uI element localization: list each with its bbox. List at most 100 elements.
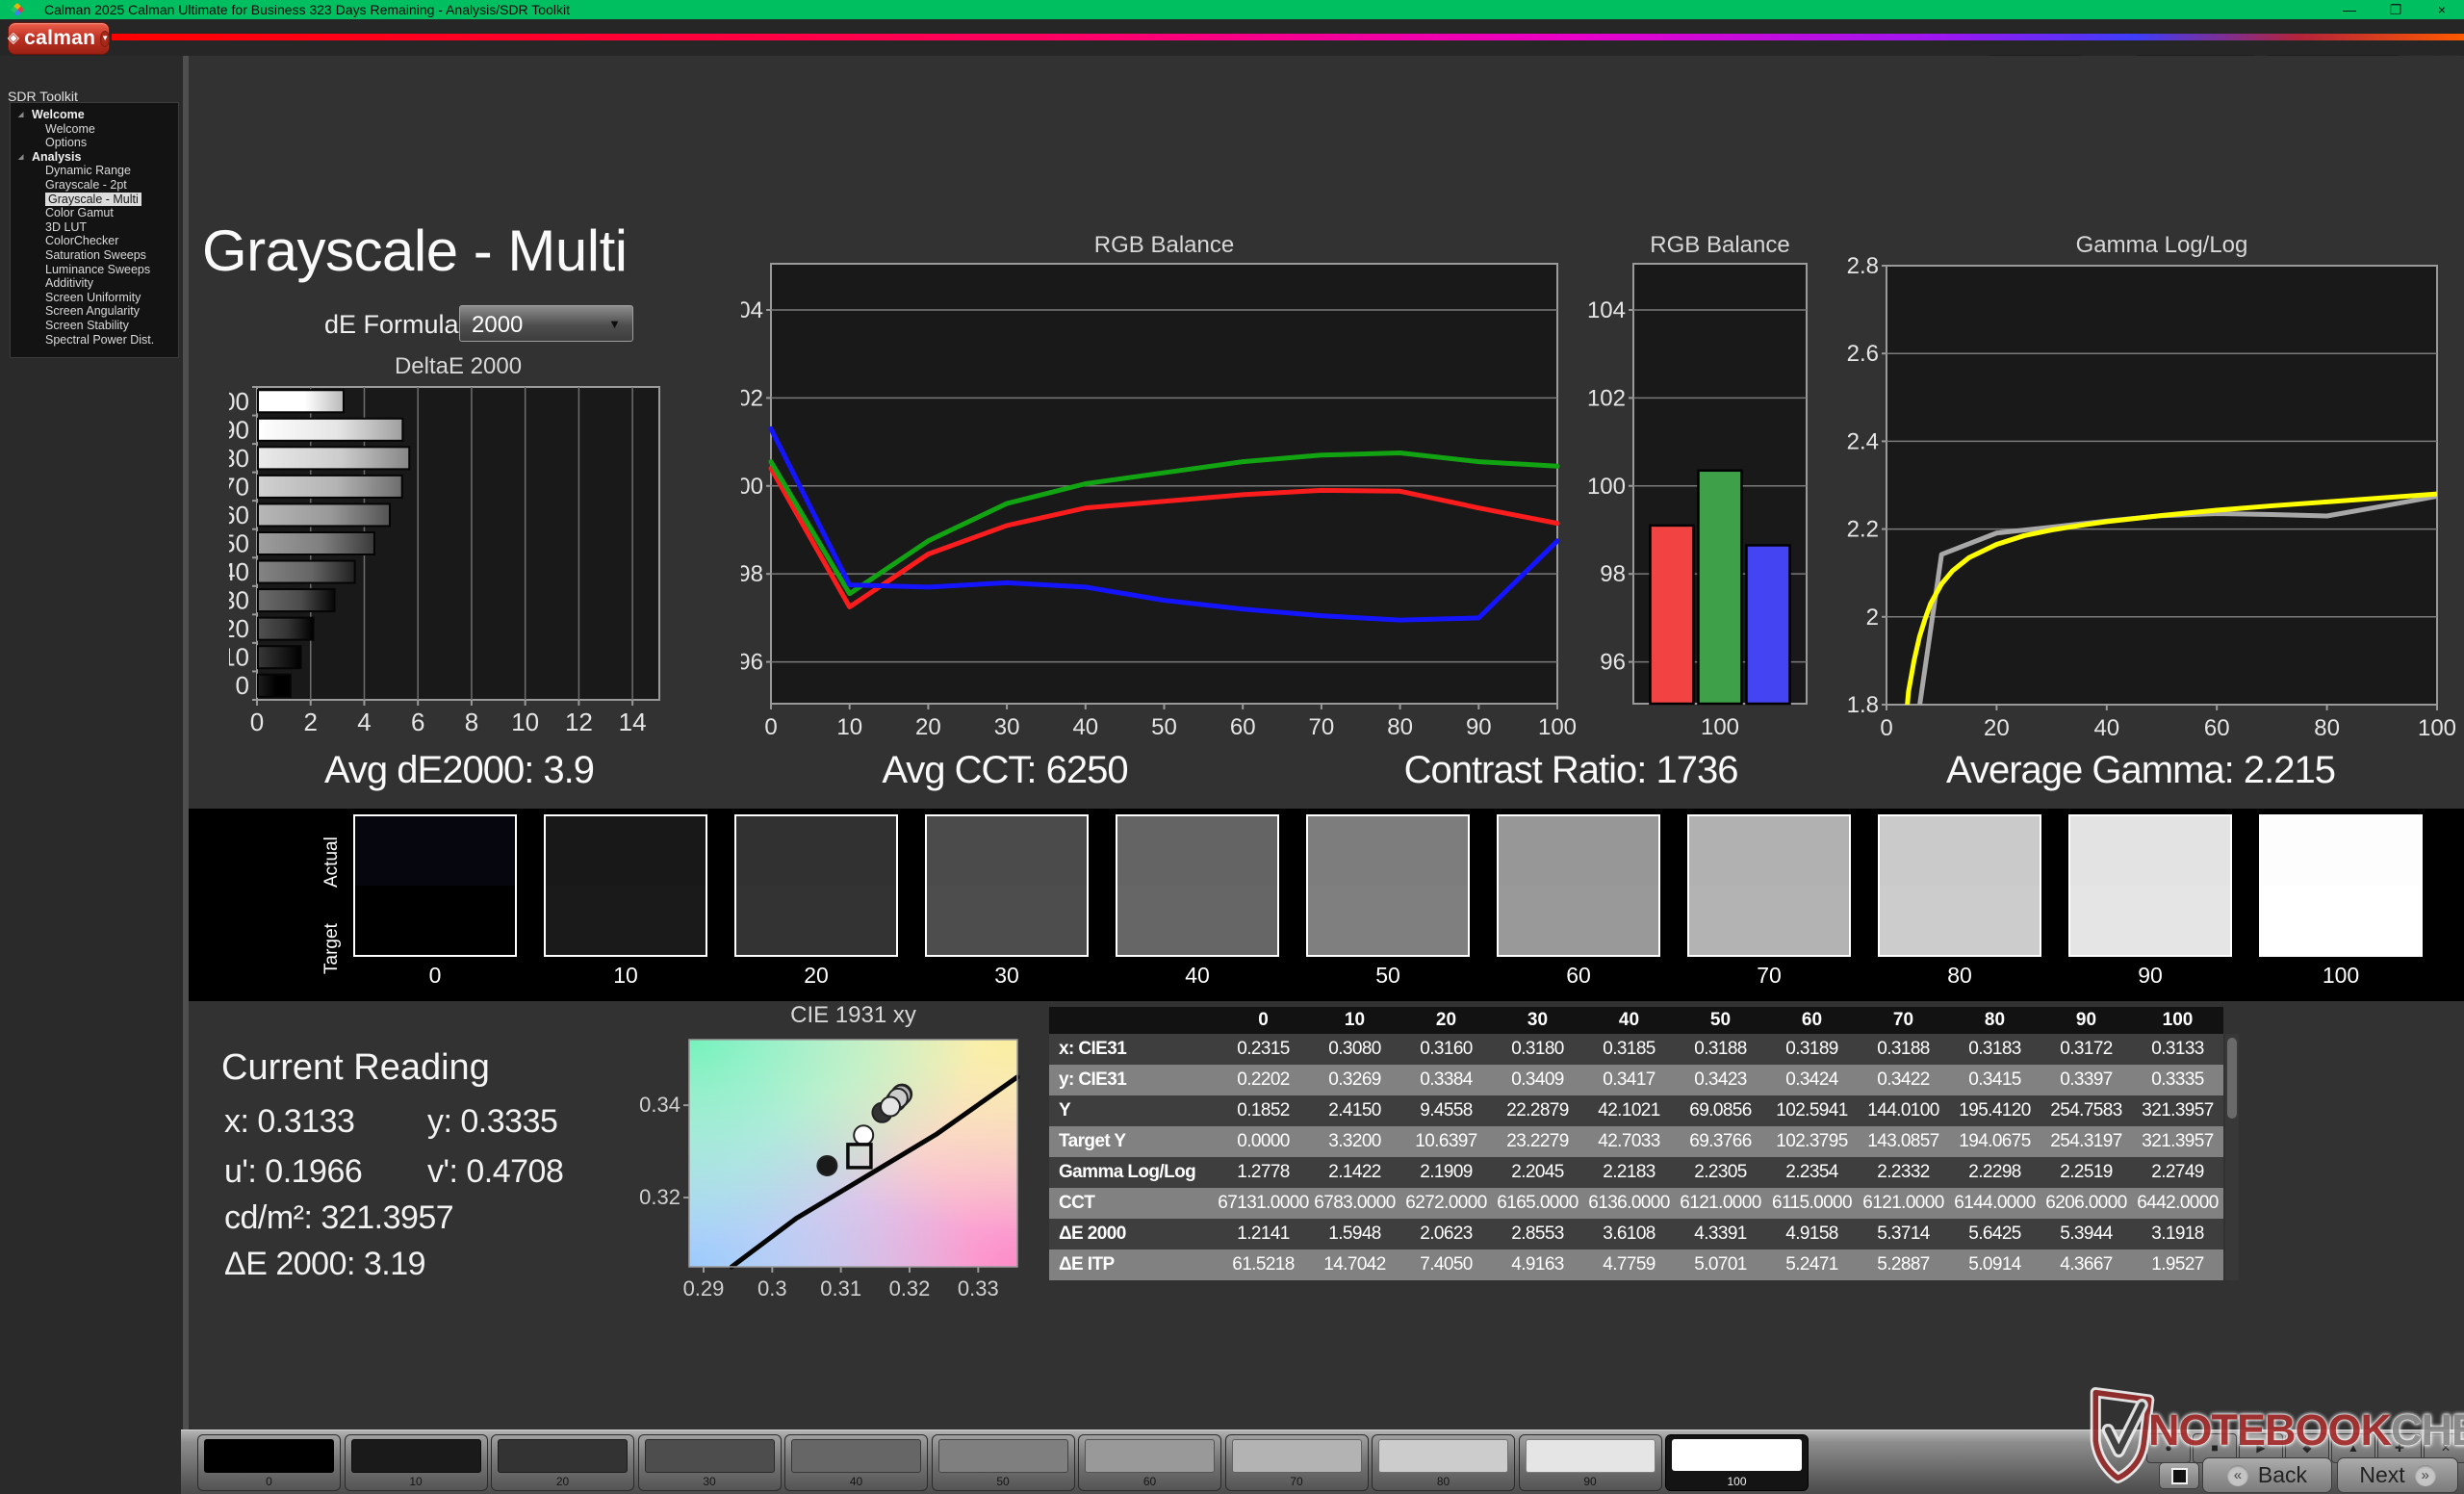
reading-v: v': 0.4708 [427, 1153, 564, 1190]
table-cell: 4.7759 [1603, 1254, 1656, 1275]
level-button-10[interactable]: 10 [344, 1434, 488, 1491]
sidebar-item-3d-lut[interactable]: 3D LUT [11, 220, 178, 235]
rgb-bar-chart-svg: RGB Balance 96 98 100 102 104 100 [1587, 232, 1808, 740]
level-button-100[interactable]: 100 [1665, 1434, 1809, 1491]
table-cell: 2.8553 [1511, 1224, 1564, 1244]
table-header-cell: 100 [2162, 1010, 2194, 1030]
bottom-bar: 0 10 20 30 40 50 60 70 80 90 100 ● ■ ▶ ◆ ▲ ✚ ✕ «Back Next» [181, 1430, 2464, 1494]
strip-level-label: 20 [804, 963, 829, 988]
svg-text:RGB Balance: RGB Balance [1650, 232, 1789, 258]
table-cell: 0.3133 [2151, 1039, 2204, 1059]
swatch-actual [1117, 816, 1277, 886]
sidebar-item-screen-stability[interactable]: Screen Stability [11, 319, 178, 333]
tree-expanded-icon[interactable]: ◢ [18, 151, 23, 166]
table-cell: 0.3188 [1877, 1039, 1930, 1059]
table-row-label: ΔE ITP [1059, 1254, 1115, 1275]
table-cell: 4.3391 [1694, 1224, 1747, 1244]
table-cell: 69.0856 [1689, 1100, 1752, 1120]
strip-swatch-0 [353, 814, 517, 957]
table-cell: 4.9158 [1785, 1224, 1838, 1244]
tree-expanded-icon[interactable]: ◢ [18, 109, 23, 123]
calman-menu-button[interactable]: ◈ calman ▼ [8, 22, 111, 55]
level-label: 40 [849, 1475, 863, 1488]
svg-text:DeltaE 2000: DeltaE 2000 [395, 353, 522, 379]
sidebar-item-grayscale-2pt[interactable]: Grayscale - 2pt [11, 178, 178, 193]
sidebar-item-options[interactable]: Options [11, 136, 178, 150]
level-button-50[interactable]: 50 [931, 1434, 1075, 1491]
back-button[interactable]: « Back [2202, 1457, 2332, 1493]
sidebar-item-welcome[interactable]: Welcome [11, 122, 178, 137]
table-cell: 6115.0000 [1771, 1193, 1853, 1213]
table-scrollbar[interactable] [2225, 1034, 2239, 1280]
strip-level-label: 0 [428, 963, 442, 988]
restore-icon[interactable]: ❐ [2387, 0, 2404, 19]
sidebar-item-dynamic-range[interactable]: Dynamic Range [11, 164, 178, 178]
level-button-80[interactable]: 80 [1372, 1434, 1515, 1491]
level-swatch [791, 1439, 921, 1473]
table-scrollbar-thumb[interactable] [2227, 1038, 2237, 1119]
media-button-0[interactable]: ● [2146, 1433, 2191, 1463]
svg-text:0: 0 [1880, 715, 1892, 741]
tree-group-analysis[interactable]: ◢ Analysis [11, 150, 178, 165]
level-button-0[interactable]: 0 [197, 1434, 341, 1491]
table-cell: 6144.0000 [1954, 1193, 2036, 1213]
swatch-target [1689, 886, 1849, 955]
gamma-chart: Gamma Log/Log 1.8 2 2.2 2.4 2.6 2.8 0 20 40 60 80 10… [1829, 231, 2464, 756]
blue-bar [1745, 544, 1791, 706]
next-label: Next [2359, 1462, 2405, 1487]
svg-text:20: 20 [229, 614, 249, 643]
level-button-20[interactable]: 20 [491, 1434, 634, 1491]
svg-text:CIE 1931 xy: CIE 1931 xy [790, 1002, 916, 1028]
table-cell: 6442.0000 [2137, 1193, 2219, 1213]
sidebar-item-screen-uniformity[interactable]: Screen Uniformity [11, 291, 178, 305]
svg-text:80: 80 [229, 444, 249, 473]
table-cell: 0.3424 [1785, 1069, 1838, 1090]
sidebar-item-saturation-sweeps[interactable]: Saturation Sweeps [11, 248, 178, 263]
swatch-actual [927, 816, 1087, 886]
sidebar: SDR Toolkit ◢ Welcome Welcome Options ◢ Analy… [0, 56, 183, 1494]
table-row-y-cie31: y: CIE31 0.2202 0.3269 0.3384 0.3409 0.3417 0.… [1049, 1065, 2223, 1095]
level-swatch [1231, 1439, 1362, 1473]
stop-button[interactable] [2159, 1462, 2199, 1489]
sidebar-item-screen-angularity[interactable]: Screen Angularity [11, 304, 178, 319]
table-cell: 1.9527 [2151, 1254, 2204, 1275]
sidebar-item-spectral-power-dist-[interactable]: Spectral Power Dist. [11, 333, 178, 348]
level-button-40[interactable]: 40 [784, 1434, 928, 1491]
svg-text:0: 0 [250, 708, 264, 736]
table-cell: 2.0623 [1420, 1224, 1473, 1244]
level-button-60[interactable]: 60 [1078, 1434, 1221, 1491]
sidebar-item-additivity[interactable]: Additivity [11, 276, 178, 291]
svg-text:60: 60 [229, 501, 249, 529]
sidebar-item-grayscale-multi[interactable]: Grayscale - Multi [11, 192, 178, 207]
table-row-label: CCT [1059, 1193, 1095, 1213]
level-swatch [498, 1439, 628, 1473]
strip-swatch-80 [1878, 814, 2041, 957]
table-cell: 1.2778 [1237, 1162, 1290, 1182]
minimize-icon[interactable]: — [2341, 0, 2358, 19]
sidebar-item-luminance-sweeps[interactable]: Luminance Sweeps [11, 263, 178, 277]
svg-text:0.31: 0.31 [820, 1276, 861, 1301]
reading-x: x: 0.3133 [224, 1103, 355, 1140]
level-button-70[interactable]: 70 [1224, 1434, 1369, 1491]
swatch-target [2070, 886, 2230, 955]
table-cell: 42.1021 [1598, 1100, 1660, 1120]
svg-text:0: 0 [236, 671, 249, 700]
red-bar [1649, 524, 1695, 706]
table-cell: 6165.0000 [1497, 1193, 1578, 1213]
table-cell: 3.1918 [2151, 1224, 2204, 1244]
strip-level-label: 70 [1757, 963, 1782, 988]
sidebar-item-colorchecker[interactable]: ColorChecker [11, 234, 178, 248]
tree-group-welcome[interactable]: ◢ Welcome [11, 108, 178, 122]
svg-text:90: 90 [1466, 714, 1492, 740]
close-icon[interactable]: × [2433, 0, 2451, 19]
sidebar-item-color-gamut[interactable]: Color Gamut [11, 206, 178, 220]
svg-text:90: 90 [229, 415, 249, 444]
next-button[interactable]: Next » [2337, 1457, 2458, 1493]
strip-level-label: 50 [1375, 963, 1400, 988]
svg-text:2: 2 [303, 708, 317, 736]
gamma-chart-svg: Gamma Log/Log 1.8 2 2.2 2.4 2.6 2.8 0 20 40 60 80 10… [1847, 232, 2456, 741]
svg-text:0.34: 0.34 [639, 1093, 680, 1117]
de-formula-select[interactable]: 2000 ▼ [459, 305, 633, 342]
level-button-90[interactable]: 90 [1518, 1434, 1662, 1491]
level-button-30[interactable]: 30 [637, 1434, 782, 1491]
